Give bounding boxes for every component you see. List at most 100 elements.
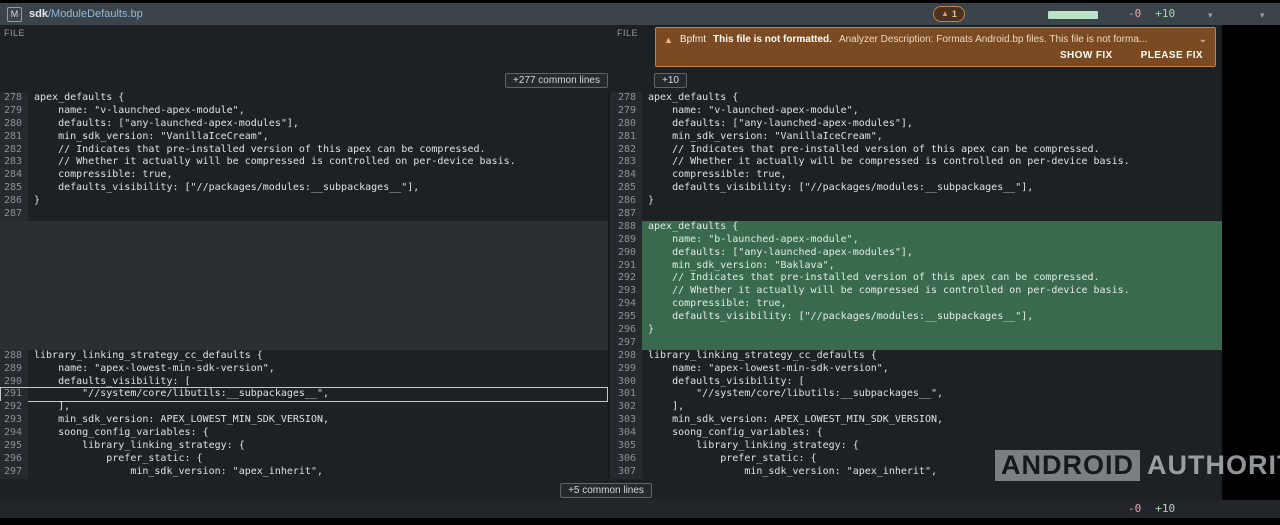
right-line-number[interactable]: 303 <box>608 414 642 427</box>
left-line-number[interactable]: 294 <box>0 427 28 440</box>
left-line-number[interactable]: 281 <box>0 131 28 144</box>
right-line-number[interactable]: 306 <box>608 453 642 466</box>
right-line-number[interactable]: 292 <box>608 272 642 285</box>
right-line-number[interactable]: 293 <box>608 285 642 298</box>
chevron-down-icon[interactable]: ▾ <box>1208 10 1213 21</box>
right-line-number[interactable]: 291 <box>608 260 642 273</box>
left-line-number[interactable]: 283 <box>0 156 28 169</box>
diff-row[interactable]: 293 min_sdk_version: APEX_LOWEST_MIN_SDK… <box>0 414 1222 427</box>
diff-row[interactable]: 291 "//system/core/libutils:__subpackage… <box>0 388 1222 401</box>
left-line-number[interactable]: 292 <box>0 401 28 414</box>
left-line-number[interactable]: 278 <box>0 92 28 105</box>
diff-row[interactable]: 296 prefer_static: {306 prefer_static: { <box>0 453 1222 466</box>
diff-row[interactable]: 287 287 <box>0 208 1222 221</box>
left-line-number[interactable]: 297 <box>0 466 28 479</box>
right-line-number[interactable]: 278 <box>608 92 642 105</box>
left-line-number[interactable]: 290 <box>0 376 28 389</box>
right-line-number[interactable]: 297 <box>608 337 642 350</box>
diff-row[interactable]: 291 min_sdk_version: "Baklava", <box>0 260 1222 273</box>
right-line-number[interactable]: 279 <box>608 105 642 118</box>
diff-row[interactable]: 281 min_sdk_version: "VanillaIceCream",2… <box>0 131 1222 144</box>
diff-row[interactable]: 284 compressible: true,284 compressible:… <box>0 169 1222 182</box>
left-line-number[interactable] <box>0 247 28 260</box>
right-line-number[interactable]: 290 <box>608 247 642 260</box>
diff-row[interactable]: 290 defaults_visibility: [300 defaults_v… <box>0 376 1222 389</box>
right-line-number[interactable]: 304 <box>608 427 642 440</box>
warning-count-chip[interactable]: ▲ 1 <box>933 6 965 22</box>
left-line-number[interactable]: 280 <box>0 118 28 131</box>
left-line-number[interactable] <box>0 272 28 285</box>
diff-row[interactable]: 288apex_defaults { <box>0 221 1222 234</box>
diff-row[interactable]: 279 name: "v-launched-apex-module",279 n… <box>0 105 1222 118</box>
diff-row[interactable]: 280 defaults: ["any-launched-apex-module… <box>0 118 1222 131</box>
right-line-number[interactable]: 301 <box>608 388 642 401</box>
please-fix-button[interactable]: PLEASE FIX <box>1141 50 1203 61</box>
chevron-down-icon[interactable]: ▾ <box>1260 10 1265 21</box>
diff-row[interactable]: 294 soong_config_variables: {304 soong_c… <box>0 427 1222 440</box>
left-line-number[interactable]: 284 <box>0 169 28 182</box>
left-line-number[interactable]: 289 <box>0 363 28 376</box>
expand-common-lines-button[interactable]: +277 common lines <box>505 73 608 88</box>
right-line-number[interactable]: 307 <box>608 466 642 479</box>
file-path-link[interactable]: sdk/ModuleDefaults.bp <box>29 7 143 22</box>
right-line-number[interactable]: 282 <box>608 144 642 157</box>
show-fix-button[interactable]: SHOW FIX <box>1060 50 1113 61</box>
left-line-number[interactable] <box>0 337 28 350</box>
right-line-number[interactable]: 295 <box>608 311 642 324</box>
diff-row[interactable]: 293 // Whether it actually will be compr… <box>0 285 1222 298</box>
diff-row[interactable]: 295 library_linking_strategy: {305 libra… <box>0 440 1222 453</box>
left-line-number[interactable] <box>0 311 28 324</box>
collapse-icon[interactable]: ⌄ <box>1199 34 1207 45</box>
diff-row[interactable]: 282 // Indicates that pre-installed vers… <box>0 144 1222 157</box>
left-line-number[interactable] <box>0 221 28 234</box>
diff-row[interactable]: 296} <box>0 324 1222 337</box>
left-line-number[interactable]: 293 <box>0 414 28 427</box>
right-line-number[interactable]: 298 <box>608 350 642 363</box>
right-line-number[interactable]: 299 <box>608 363 642 376</box>
diff-row[interactable]: 290 defaults: ["any-launched-apex-module… <box>0 247 1222 260</box>
diff-row[interactable]: 292 ],302 ], <box>0 401 1222 414</box>
diff-row[interactable]: 294 compressible: true, <box>0 298 1222 311</box>
left-line-number[interactable]: 286 <box>0 195 28 208</box>
right-line-number[interactable]: 284 <box>608 169 642 182</box>
left-line-number[interactable] <box>0 260 28 273</box>
left-line-number[interactable]: 295 <box>0 440 28 453</box>
right-line-number[interactable]: 305 <box>608 440 642 453</box>
right-line-number[interactable]: 281 <box>608 131 642 144</box>
diff-row[interactable]: 292 // Indicates that pre-installed vers… <box>0 272 1222 285</box>
right-line-number[interactable]: 283 <box>608 156 642 169</box>
diff-row[interactable]: 286}286} <box>0 195 1222 208</box>
right-line-number[interactable]: 296 <box>608 324 642 337</box>
left-line-number[interactable]: 282 <box>0 144 28 157</box>
diff-row[interactable]: 288library_linking_strategy_cc_defaults … <box>0 350 1222 363</box>
diff-row[interactable]: 289 name: "b-launched-apex-module", <box>0 234 1222 247</box>
left-line-number[interactable]: 288 <box>0 350 28 363</box>
right-line-number[interactable]: 280 <box>608 118 642 131</box>
right-line-number[interactable]: 287 <box>608 208 642 221</box>
expand-added-lines-button[interactable]: +10 <box>654 73 687 88</box>
left-line-number[interactable]: 287 <box>0 208 28 221</box>
left-line-number[interactable] <box>0 298 28 311</box>
right-line-number[interactable]: 289 <box>608 234 642 247</box>
left-line-number[interactable]: 291 <box>0 388 28 401</box>
right-line-number[interactable]: 288 <box>608 221 642 234</box>
left-line-number[interactable]: 279 <box>0 105 28 118</box>
diff-row[interactable]: 295 defaults_visibility: ["//packages/mo… <box>0 311 1222 324</box>
diff-row[interactable]: 289 name: "apex-lowest-min-sdk-version",… <box>0 363 1222 376</box>
left-line-number[interactable] <box>0 324 28 337</box>
diff-row[interactable]: 283 // Whether it actually will be compr… <box>0 156 1222 169</box>
expand-bottom-common-lines-button[interactable]: +5 common lines <box>560 483 652 498</box>
right-line-number[interactable]: 286 <box>608 195 642 208</box>
right-line-number[interactable]: 285 <box>608 182 642 195</box>
diff-row[interactable]: 297 min_sdk_version: "apex_inherit",307 … <box>0 466 1222 479</box>
diff-row[interactable]: 278apex_defaults {278apex_defaults { <box>0 92 1222 105</box>
left-line-number[interactable]: 285 <box>0 182 28 195</box>
right-line-number[interactable]: 294 <box>608 298 642 311</box>
left-line-number[interactable]: 296 <box>0 453 28 466</box>
right-line-number[interactable]: 300 <box>608 376 642 389</box>
left-line-number[interactable] <box>0 285 28 298</box>
diff-row[interactable]: 285 defaults_visibility: ["//packages/mo… <box>0 182 1222 195</box>
right-line-number[interactable]: 302 <box>608 401 642 414</box>
diff-row[interactable]: 297 <box>0 337 1222 350</box>
left-line-number[interactable] <box>0 234 28 247</box>
